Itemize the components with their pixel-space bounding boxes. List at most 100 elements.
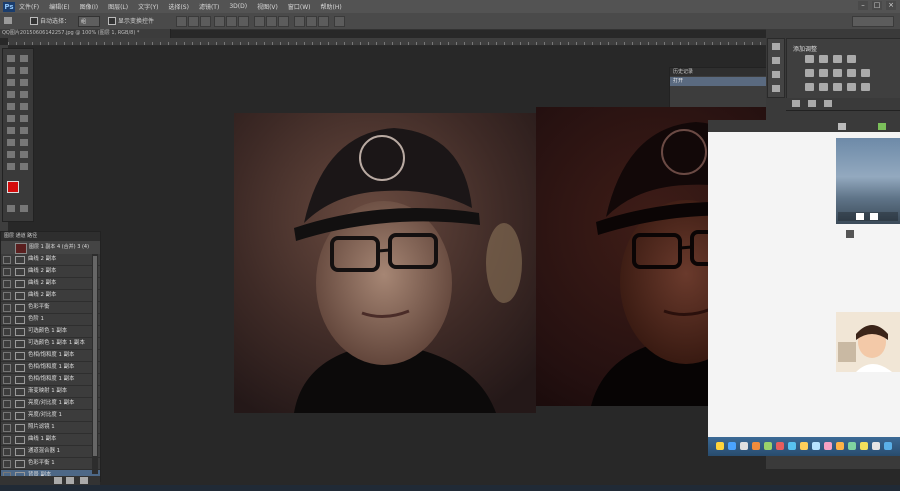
stamp-tool-icon[interactable]: [7, 103, 15, 110]
chat-status-icon[interactable]: [878, 123, 886, 130]
group-select[interactable]: 组: [78, 16, 100, 27]
chat-feature-icon[interactable]: [838, 123, 846, 130]
menu-view[interactable]: 视图(V): [257, 2, 278, 11]
history-panel-header[interactable]: 历史记录: [670, 68, 767, 76]
eraser-tool-icon[interactable]: [7, 115, 15, 122]
history-brush-tool-icon[interactable]: [20, 103, 28, 110]
emoji-icon-3[interactable]: [752, 442, 760, 450]
align-left-icon[interactable]: [214, 16, 225, 27]
levels-icon[interactable]: [819, 55, 828, 63]
black-white-icon[interactable]: [847, 69, 856, 77]
color-balance-icon[interactable]: [833, 69, 842, 77]
layers-scrollbar[interactable]: [92, 254, 98, 474]
visibility-eye-icon[interactable]: [3, 460, 11, 468]
emoji-icon-6[interactable]: [788, 442, 796, 450]
layer-row[interactable]: 曲线 2 副本: [1, 290, 100, 302]
distribute-right-icon[interactable]: [318, 16, 329, 27]
visibility-eye-icon[interactable]: [3, 340, 11, 348]
quick-select-tool-icon[interactable]: [20, 67, 28, 74]
emoji-icon-5[interactable]: [776, 442, 784, 450]
hue-saturation-icon[interactable]: [819, 69, 828, 77]
share-icon[interactable]: [856, 213, 864, 220]
visibility-eye-icon[interactable]: [3, 364, 11, 372]
auto-align-icon[interactable]: [334, 16, 345, 27]
menu-filter[interactable]: 滤镜(T): [199, 2, 219, 11]
auto-select-checkbox[interactable]: [30, 17, 38, 25]
histogram-icon[interactable]: [772, 43, 780, 50]
blur-tool-icon[interactable]: [7, 127, 15, 134]
layer-row[interactable]: 色彩平衡: [1, 302, 100, 314]
posterize-icon[interactable]: [819, 83, 828, 91]
emoji-icon-8[interactable]: [812, 442, 820, 450]
menu-type[interactable]: 文字(Y): [138, 2, 158, 11]
visibility-eye-icon[interactable]: [3, 424, 11, 432]
healing-tool-icon[interactable]: [7, 91, 15, 98]
menu-help[interactable]: 帮助(H): [321, 2, 342, 11]
emoji-icon-4[interactable]: [764, 442, 772, 450]
selective-color-icon[interactable]: [861, 83, 870, 91]
marquee-tool-icon[interactable]: [20, 55, 28, 62]
invert-icon[interactable]: [805, 83, 814, 91]
layer-row[interactable]: 曲线 1 副本: [1, 434, 100, 446]
menu-file[interactable]: 文件(F): [19, 2, 39, 11]
emoji-icon-14[interactable]: [884, 442, 892, 450]
distribute-bottom-icon[interactable]: [278, 16, 289, 27]
move-tool-icon[interactable]: [7, 55, 15, 62]
color-icon[interactable]: [772, 85, 780, 92]
info-icon[interactable]: [772, 71, 780, 78]
menu-edit[interactable]: 编辑(E): [49, 2, 69, 11]
align-hcenter-icon[interactable]: [226, 16, 237, 27]
layer-row[interactable]: 可选颜色 1 副本 1 副本: [1, 338, 100, 350]
align-bottom-icon[interactable]: [200, 16, 211, 27]
visibility-eye-icon[interactable]: [3, 256, 11, 264]
layer-row[interactable]: 曲线 2 副本: [1, 266, 100, 278]
visibility-eye-icon[interactable]: [3, 376, 11, 384]
shape-tool-icon[interactable]: [20, 151, 28, 158]
pen-tool-icon[interactable]: [7, 139, 15, 146]
zoom-tool-icon[interactable]: [20, 163, 28, 170]
layer-top-thumbnail-row[interactable]: 图层 1 副本 4 (合并) 3 (4): [1, 241, 100, 254]
photo-filter-icon[interactable]: [861, 69, 870, 77]
layer-row[interactable]: 色相/饱和度 1 副本: [1, 350, 100, 362]
foreground-color-swatch[interactable]: [7, 181, 19, 193]
dodge-tool-icon[interactable]: [20, 127, 28, 134]
close-window-button[interactable]: ×: [886, 1, 896, 10]
quick-mask-icon[interactable]: [7, 205, 15, 212]
brush-tool-icon[interactable]: [20, 91, 28, 98]
workspace-switcher[interactable]: [852, 16, 894, 27]
menu-3d[interactable]: 3D(D): [229, 3, 247, 10]
brightness-contrast-icon[interactable]: [805, 55, 814, 63]
align-right-icon[interactable]: [238, 16, 249, 27]
layers-scroll-thumb[interactable]: [93, 256, 97, 456]
emoji-icon-12[interactable]: [860, 442, 868, 450]
visibility-eye-icon[interactable]: [3, 436, 11, 444]
layer-row[interactable]: 亮度/对比度 1: [1, 410, 100, 422]
minimize-button[interactable]: –: [858, 1, 868, 10]
menu-image[interactable]: 图像(I): [80, 2, 98, 11]
layer-row[interactable]: 色相/饱和度 1 副本: [1, 362, 100, 374]
emoji-icon-13[interactable]: [872, 442, 880, 450]
type-tool-icon[interactable]: [20, 139, 28, 146]
menu-layer[interactable]: 图层(L): [108, 2, 128, 11]
emoji-icon-10[interactable]: [836, 442, 844, 450]
transform-checkbox[interactable]: [108, 17, 116, 25]
visibility-eye-icon[interactable]: [3, 316, 11, 324]
layer-row[interactable]: 亮度/对比度 1 副本: [1, 398, 100, 410]
exposure-icon[interactable]: [847, 55, 856, 63]
layer-row[interactable]: 可选颜色 1 副本: [1, 326, 100, 338]
gradient-tool-icon[interactable]: [20, 115, 28, 122]
screen-mode-icon[interactable]: [20, 205, 28, 212]
visibility-eye-icon[interactable]: [3, 292, 11, 300]
path-select-tool-icon[interactable]: [7, 151, 15, 158]
visibility-eye-icon[interactable]: [3, 328, 11, 336]
gradient-map-icon[interactable]: [847, 83, 856, 91]
crop-tool-icon[interactable]: [7, 79, 15, 86]
visibility-eye-icon[interactable]: [3, 412, 11, 420]
visibility-eye-icon[interactable]: [3, 400, 11, 408]
align-top-icon[interactable]: [176, 16, 187, 27]
distribute-left-icon[interactable]: [294, 16, 305, 27]
visibility-eye-icon[interactable]: [3, 388, 11, 396]
delete-layer-icon[interactable]: [80, 477, 88, 484]
layer-row[interactable]: 色彩平衡 1: [1, 458, 100, 470]
menu-select[interactable]: 选择(S): [168, 2, 189, 11]
